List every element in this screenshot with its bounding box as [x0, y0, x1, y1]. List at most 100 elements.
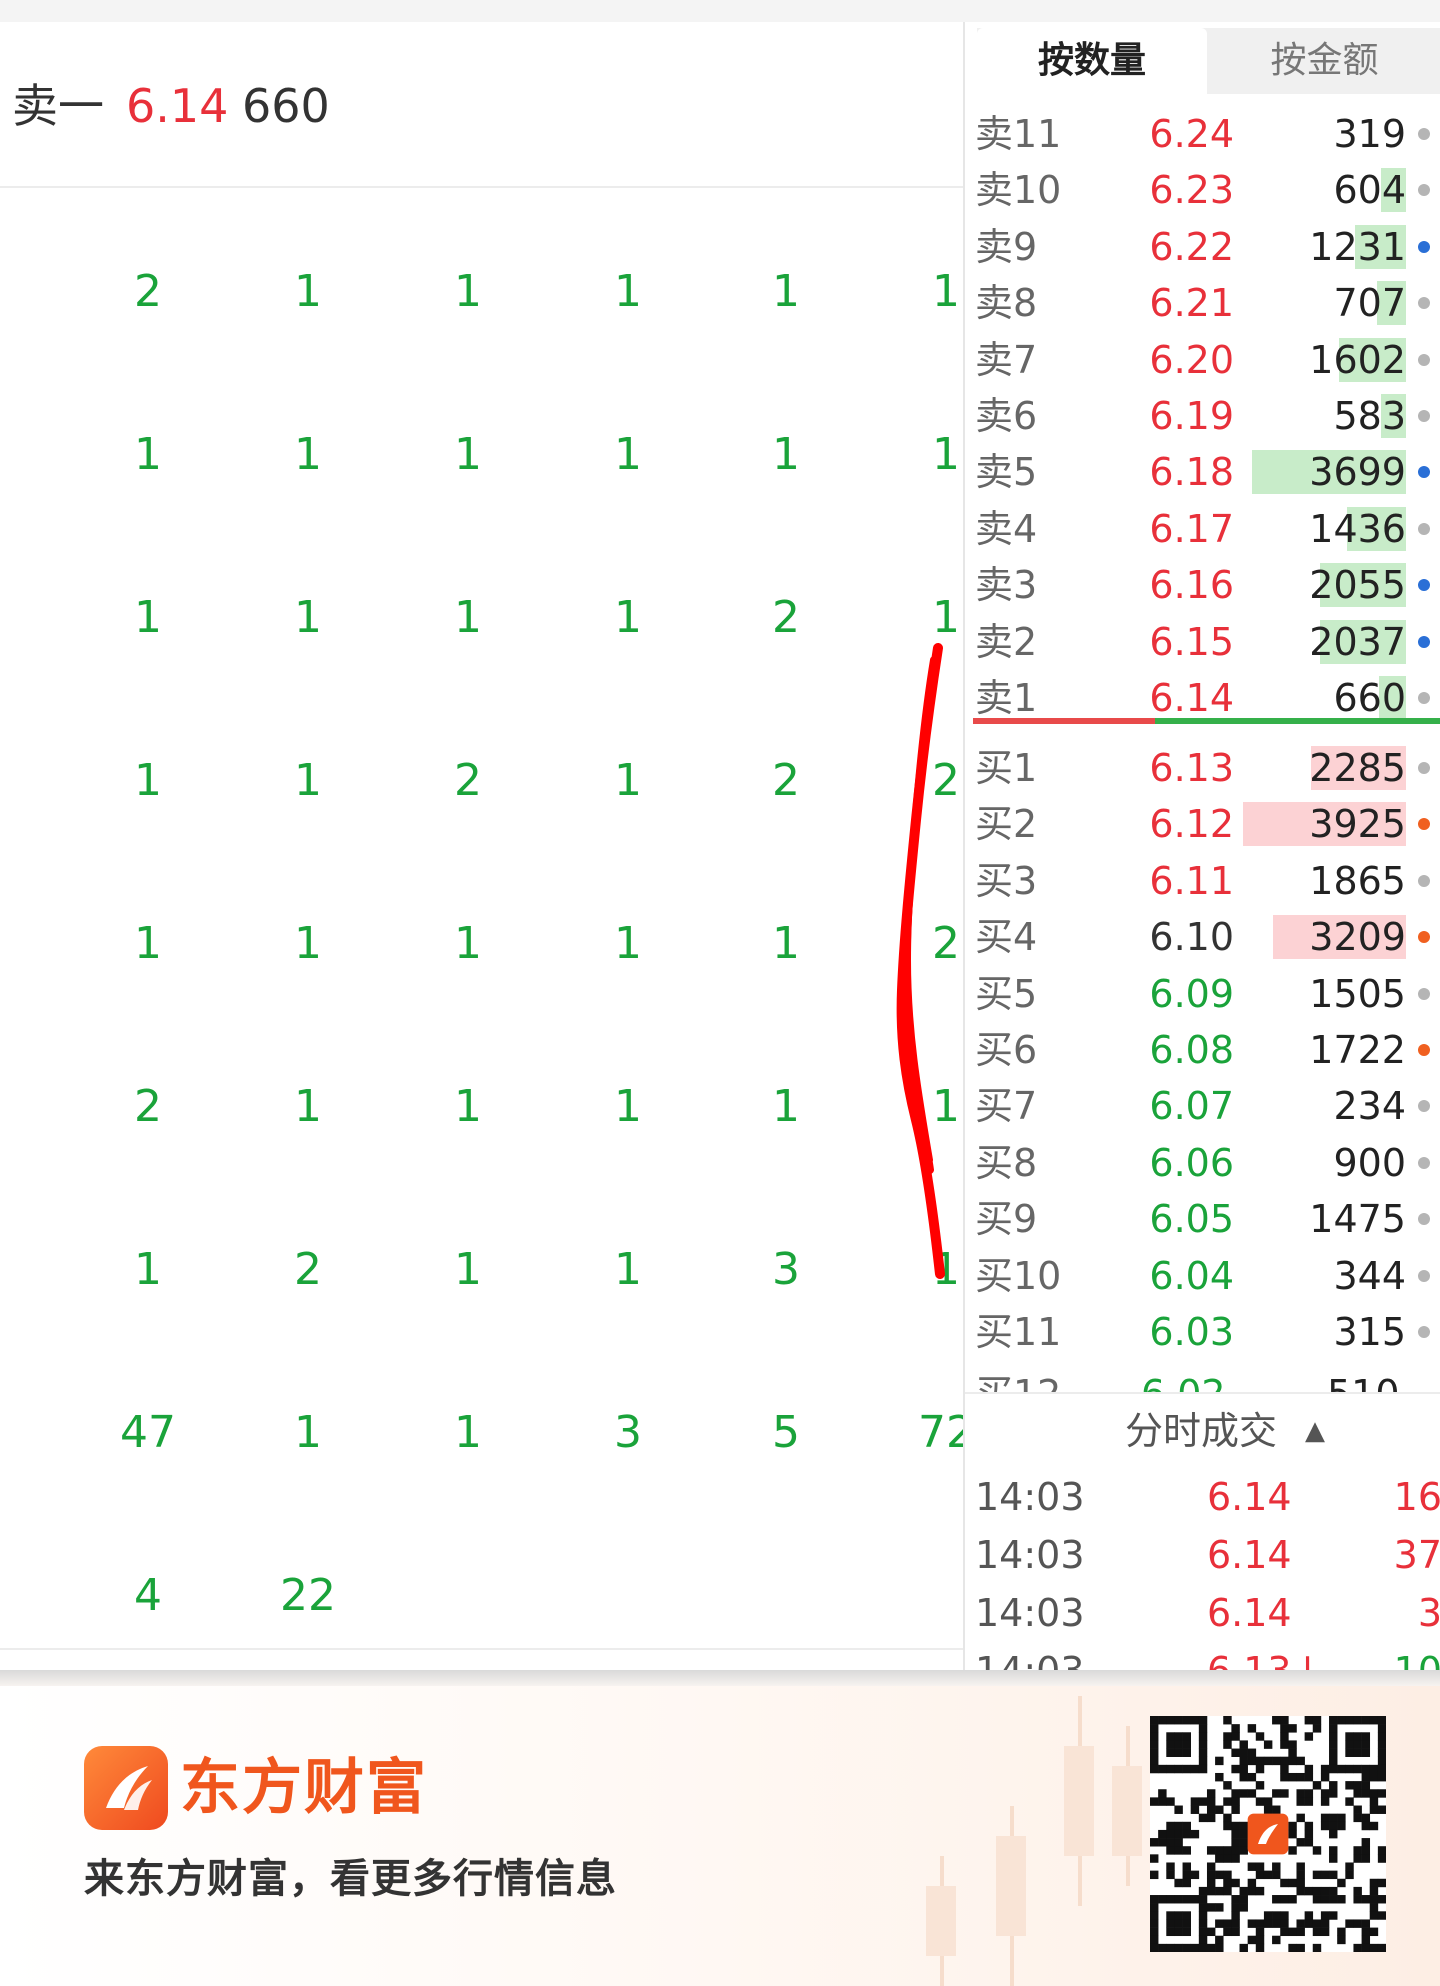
- ask1-price: 6.14: [126, 79, 229, 133]
- level-label: 卖5: [975, 450, 1038, 495]
- bid-level-row[interactable]: 买2 6.12 3925: [965, 796, 1440, 852]
- order-change-dot-icon: [1418, 987, 1430, 1000]
- order-change-dot-icon: [1418, 579, 1430, 592]
- order-queue-panel: 卖一 6.14 660 2111111111111111211121221111…: [0, 22, 963, 1670]
- level-price: 6.11: [1149, 858, 1234, 903]
- queue-order-volume: 1: [454, 918, 482, 969]
- queue-order-volume: 1: [294, 1081, 322, 1132]
- bid-level-row[interactable]: 买7 6.07 234: [965, 1078, 1440, 1134]
- tab-by-quantity[interactable]: 按数量: [977, 28, 1207, 94]
- bid-level-row[interactable]: 买8 6.06 900: [965, 1135, 1440, 1191]
- level-label: 卖10: [975, 168, 1062, 213]
- brand-logo-icon: [84, 1746, 168, 1830]
- queue-order-volume: 1: [294, 755, 322, 806]
- tick-trades-header[interactable]: 分时成交 ▲: [965, 1392, 1440, 1468]
- level-label: 买5: [975, 971, 1038, 1016]
- level-volume: 1475: [1309, 1197, 1406, 1242]
- level-volume: 1505: [1309, 971, 1406, 1016]
- ask-level-row[interactable]: 卖5 6.18 3699: [965, 444, 1440, 500]
- level-label: 买11: [975, 1310, 1062, 1354]
- queue-order-volume: 2: [454, 755, 482, 806]
- bid-level-volume: 510: [1327, 1374, 1400, 1392]
- queue-order-volume: 3: [614, 1407, 642, 1458]
- ask-level-row[interactable]: 卖10 6.23 604: [965, 162, 1440, 218]
- queue-order-volume: 1: [134, 592, 162, 643]
- level-volume: 2285: [1309, 746, 1406, 790]
- ask-level-row[interactable]: 卖9 6.22 1231: [965, 219, 1440, 275]
- bid-level-row[interactable]: 买5 6.09 1505: [965, 966, 1440, 1022]
- level-price: 6.08: [1149, 1028, 1234, 1072]
- queue-order-volume: 1: [454, 1244, 482, 1295]
- queue-order-volume: 1: [294, 592, 322, 643]
- level-price: 6.03: [1149, 1310, 1234, 1354]
- bid-level-row[interactable]: 买9 6.05 1475: [965, 1191, 1440, 1247]
- caret-up-icon[interactable]: ▲: [1305, 1416, 1325, 1446]
- queue-order-volume: 1: [932, 1081, 960, 1132]
- ask1-header: 卖一 6.14 660: [0, 22, 963, 188]
- order-change-dot-icon: [1418, 466, 1430, 479]
- queue-order-volume: 1: [932, 592, 960, 643]
- order-change-dot-icon: [1418, 874, 1430, 887]
- level-volume: 1602: [1309, 337, 1406, 382]
- trade-volume: 16: [1393, 1475, 1440, 1519]
- level-label: 卖11: [975, 112, 1062, 156]
- order-change-dot-icon: [1418, 297, 1430, 310]
- queue-order-volume: 1: [614, 592, 642, 643]
- queue-order-volume: 2: [134, 1081, 162, 1132]
- queue-order-volume: 4: [134, 1570, 162, 1621]
- ask-level-row[interactable]: 卖2 6.15 2037: [965, 614, 1440, 670]
- trade-time: 14:03: [975, 1475, 1085, 1519]
- bid-level-price: 6.02: [1141, 1374, 1226, 1392]
- trade-price: 6.14: [1207, 1591, 1292, 1635]
- ask-level-row[interactable]: 卖7 6.20 1602: [965, 332, 1440, 388]
- bid-level-row[interactable]: 买10 6.04 344: [965, 1248, 1440, 1304]
- order-change-dot-icon: [1418, 1269, 1430, 1282]
- bid-level-partial: 买12 6.02 510: [965, 1368, 1440, 1392]
- ask-level-row[interactable]: 卖6 6.19 583: [965, 388, 1440, 444]
- level-volume: 3699: [1309, 450, 1406, 495]
- level-label: 买4: [975, 915, 1038, 960]
- level-volume: 1231: [1309, 224, 1406, 269]
- level-volume: 3209: [1309, 915, 1406, 960]
- level-label: 卖3: [975, 563, 1038, 608]
- order-change-dot-icon: [1418, 818, 1430, 831]
- ask-level-row[interactable]: 卖11 6.24 319: [965, 106, 1440, 162]
- level-price: 6.05: [1149, 1197, 1234, 1242]
- queue-order-volume: 1: [932, 1244, 960, 1295]
- ask-level-row[interactable]: 卖4 6.17 1436: [965, 501, 1440, 557]
- queue-order-volume: 47: [120, 1407, 176, 1458]
- bid-level-row[interactable]: 买11 6.03 315: [965, 1304, 1440, 1360]
- ask-level-row[interactable]: 卖8 6.21 707: [965, 275, 1440, 331]
- queue-order-volume: 1: [454, 266, 482, 317]
- queue-order-volume: 3: [772, 1244, 800, 1295]
- candle-decoration: [996, 1836, 1026, 1936]
- tab-by-amount[interactable]: 按金额: [1207, 28, 1440, 94]
- bid-level-row[interactable]: 买1 6.13 2285: [965, 740, 1440, 796]
- level-volume: 583: [1333, 394, 1406, 438]
- level-label: 买7: [975, 1084, 1038, 1129]
- bid-level-row[interactable]: 买4 6.10 3209: [965, 909, 1440, 965]
- trade-time: 14:03: [975, 1642, 1085, 1670]
- level-label: 卖8: [975, 281, 1038, 326]
- queue-order-volume: 2: [932, 918, 960, 969]
- level-label: 买3: [975, 858, 1038, 903]
- level-price: 6.10: [1149, 915, 1234, 960]
- bid-level-row[interactable]: 买3 6.11 1865: [965, 853, 1440, 909]
- queue-order-volume: 5: [772, 1407, 800, 1458]
- level-label: 卖6: [975, 394, 1038, 438]
- ask1-volume: 660: [242, 79, 330, 133]
- buy-sell-ratio-bar: [973, 718, 1440, 724]
- level-volume: 234: [1333, 1084, 1406, 1129]
- level-price: 6.04: [1149, 1253, 1234, 1298]
- level-volume: 2055: [1309, 563, 1406, 608]
- queue-order-volume: 1: [614, 429, 642, 480]
- queue-order-volume: 22: [280, 1570, 336, 1621]
- bid-level-row[interactable]: 买6 6.08 1722: [965, 1022, 1440, 1078]
- queue-order-volume: 2: [772, 755, 800, 806]
- ask-level-row[interactable]: 卖3 6.16 2055: [965, 557, 1440, 613]
- top-strip: [0, 0, 1440, 22]
- qr-code[interactable]: [1150, 1716, 1386, 1952]
- queue-order-volume: 1: [614, 1081, 642, 1132]
- tick-trade-row: 14:03 6.14 37: [965, 1526, 1440, 1584]
- level-label: 买2: [975, 802, 1038, 847]
